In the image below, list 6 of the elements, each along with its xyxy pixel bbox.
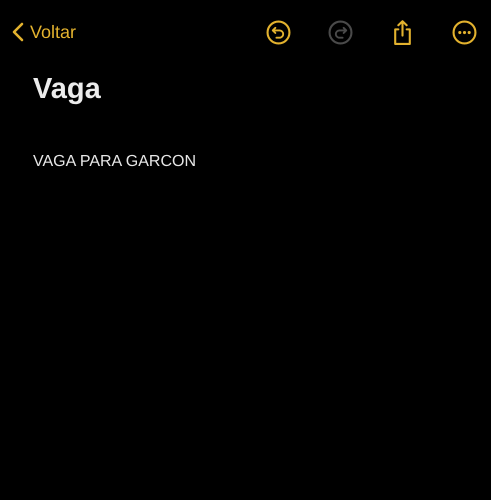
- note-body: VAGA PARA GARCON: [33, 152, 198, 172]
- back-button[interactable]: Voltar: [12, 18, 76, 46]
- note-title: Vaga: [33, 72, 102, 107]
- undo-button[interactable]: [265, 19, 291, 45]
- chevron-left-icon: [12, 22, 24, 42]
- more-button[interactable]: [451, 19, 477, 45]
